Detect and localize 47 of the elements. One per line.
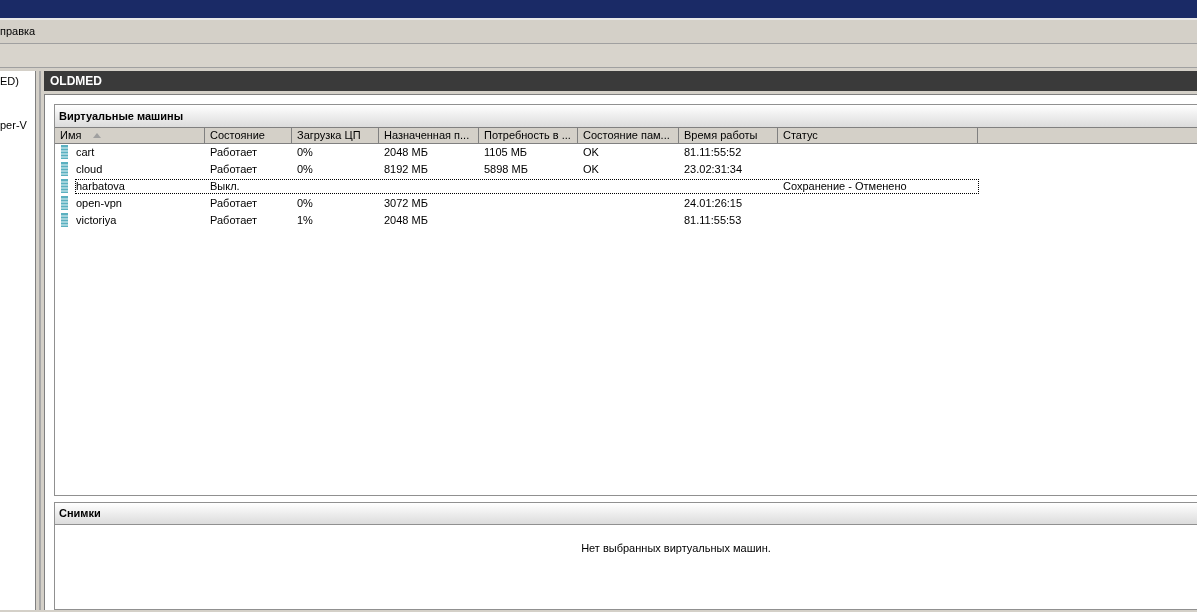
server-icon [61, 196, 68, 210]
table-cell: 1% [297, 214, 313, 227]
column-header[interactable]: Состояние [205, 128, 292, 143]
column-header[interactable]: Назначенная п... [379, 128, 479, 143]
table-cell: 8192 МБ [384, 163, 428, 176]
server-icon [61, 145, 68, 159]
table-cell: 81.11:55:52 [684, 146, 742, 159]
server-icon [61, 179, 68, 193]
table-cell: 81.11:55:53 [684, 214, 742, 227]
table-cell: 1105 МБ [484, 146, 528, 159]
table-cell: Выкл. [210, 180, 240, 193]
table-cell: 2048 МБ [384, 214, 428, 227]
empty-message: Нет выбранных виртуальных машин. [581, 541, 771, 556]
panel-title: Снимки [55, 503, 1197, 525]
table-cell: 2048 МБ [384, 146, 428, 159]
table-cell: cloud [76, 163, 103, 176]
tree-item[interactable]: ED) [0, 73, 35, 117]
column-header[interactable]: Потребность в ... [479, 128, 578, 143]
table-cell: 3072 МБ [384, 197, 428, 210]
table-cell: victoriya [76, 214, 117, 227]
table-cell: 24.01:26:15 [684, 197, 743, 210]
table-cell: Работает [210, 146, 258, 159]
server-icon [61, 213, 68, 227]
server-header: OLDMED [44, 71, 1197, 91]
table-cell: Работает [210, 197, 258, 210]
tree-item[interactable]: per-V [0, 117, 35, 134]
panel-title: Виртуальные машины [55, 105, 1197, 127]
column-header[interactable]: Время работы [679, 128, 778, 143]
table-cell: Работает [210, 163, 258, 176]
table-cell: 23.02:31:34 [684, 163, 743, 176]
table-cell: 0% [297, 163, 313, 176]
column-header[interactable]: Загрузка ЦП [292, 128, 379, 143]
table-cell: Сохранение - Отменено [783, 180, 907, 193]
table-cell: OK [583, 146, 599, 159]
server-icon [61, 162, 68, 176]
table-cell: 5898 МБ [484, 163, 528, 176]
column-header[interactable]: Статус [778, 128, 978, 143]
menu-item[interactable]: правка [0, 23, 36, 40]
table-cell: 0% [297, 146, 313, 159]
column-header[interactable]: Имя [55, 128, 205, 143]
table-cell: cart [76, 146, 95, 159]
table-cell: OK [583, 163, 599, 176]
table-cell: harbatova [76, 180, 125, 193]
column-header[interactable]: Состояние пам... [578, 128, 679, 143]
table-cell: Работает [210, 214, 258, 227]
table-cell: 0% [297, 197, 313, 210]
table-cell: open-vpn [76, 197, 122, 210]
